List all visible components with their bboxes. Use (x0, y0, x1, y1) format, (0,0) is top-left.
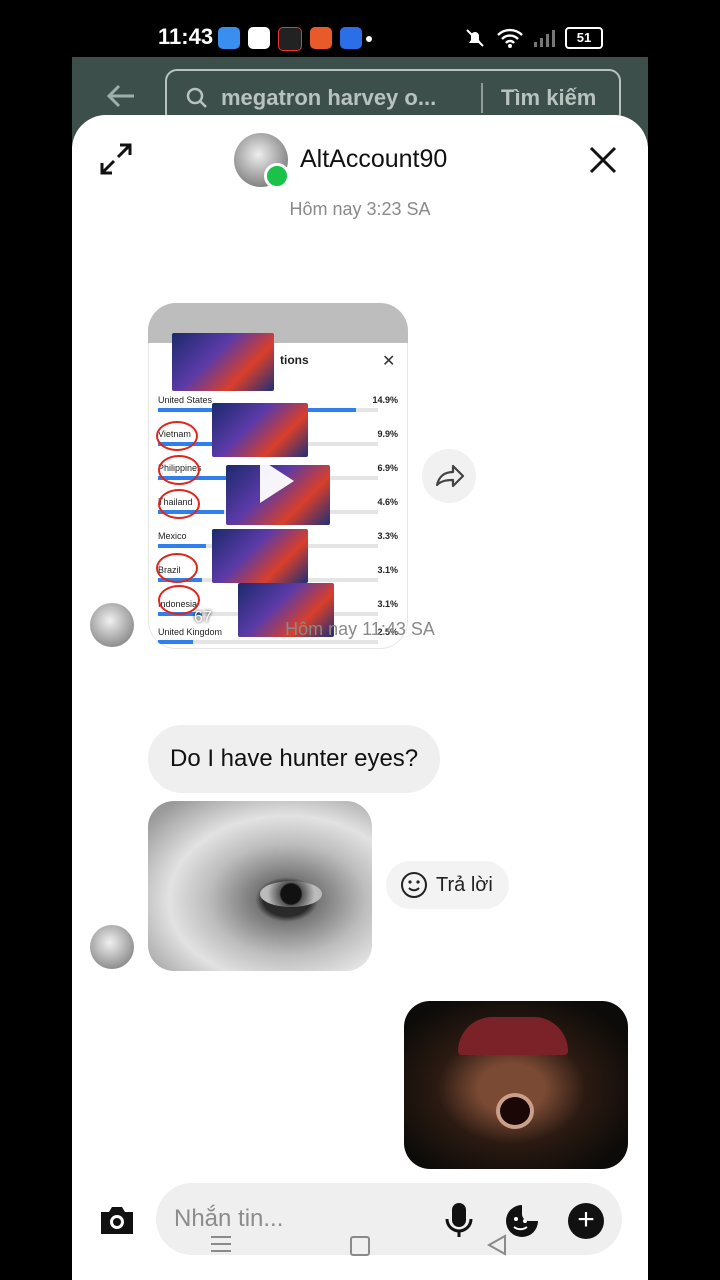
country-percent: 6.9% (377, 463, 398, 473)
chat-sheet: AltAccount90 Hôm nay 3:23 SA tions ✕ Uni… (72, 115, 648, 1280)
mouth (500, 1097, 530, 1125)
notification-app-icon (340, 27, 362, 49)
video-panel-close-icon: ✕ (382, 353, 396, 370)
country-percent: 3.3% (377, 531, 398, 541)
country-name: United States (158, 395, 213, 405)
online-status-dot (264, 163, 290, 189)
red-circle-annotation (158, 489, 200, 519)
share-icon[interactable] (422, 449, 476, 503)
red-circle-annotation (156, 553, 198, 583)
video-panel-title: tions (280, 353, 309, 367)
video-thumbnail (212, 403, 308, 457)
cap (458, 1017, 568, 1055)
wifi-icon (497, 28, 523, 48)
red-circle-annotation (158, 455, 200, 485)
reply-label: Trả lời (436, 873, 493, 896)
notification-app-icon (310, 27, 332, 49)
app-window: megatron harvey o... Tìm kiếm AltAccount… (72, 57, 648, 1280)
message-timestamp: Hôm nay 11:43 SA (285, 619, 435, 639)
red-circle-annotation (156, 421, 198, 451)
message-timestamp: Hôm nay 3:23 SA (289, 199, 431, 219)
search-query: megatron harvey o... (221, 85, 437, 110)
system-nav-bar (0, 1230, 720, 1280)
chat-username[interactable]: AltAccount90 (300, 145, 447, 174)
sender-avatar[interactable] (90, 925, 134, 969)
expand-icon[interactable] (98, 141, 134, 177)
video-thumbnail (212, 529, 308, 583)
home-icon[interactable] (350, 1236, 370, 1256)
country-bar (158, 640, 378, 644)
divider (481, 83, 483, 113)
notification-icons (218, 27, 362, 51)
search-button[interactable]: Tìm kiếm (501, 85, 596, 111)
message-photo[interactable] (148, 801, 372, 971)
country-bar-fill (158, 544, 207, 548)
back-arrow-icon[interactable] (104, 79, 138, 113)
notification-app-icon (218, 27, 240, 49)
smiley-icon (401, 872, 427, 898)
recent-apps-icon[interactable] (210, 1234, 232, 1254)
search-icon (186, 87, 207, 108)
eye-closeup (260, 881, 322, 907)
battery-indicator: 51 (565, 27, 603, 49)
notification-app-icon (248, 27, 270, 49)
message-input-placeholder: Nhắn tin... (174, 1205, 284, 1232)
more-notifications-dot (366, 36, 372, 42)
country-percent: 14.9% (372, 395, 398, 405)
shared-video[interactable]: tions ✕ United States 14.9% Vietnam 9.9% Phi… (148, 303, 408, 649)
tiktok-icon (278, 27, 302, 51)
signal-icon (534, 30, 555, 47)
mute-bell-icon (466, 29, 484, 47)
country-percent: 3.1% (377, 565, 398, 575)
reply-button[interactable]: Trả lời (386, 861, 509, 909)
status-time: 11:43 (158, 24, 214, 49)
status-right: 51 (463, 26, 603, 50)
message-bubble[interactable]: Do I have hunter eyes? (148, 725, 441, 793)
video-thumbnail (172, 333, 274, 391)
country-percent: 4.6% (377, 497, 398, 507)
sent-photo[interactable] (404, 1001, 628, 1169)
play-icon[interactable] (260, 459, 294, 503)
back-triangle-icon[interactable] (486, 1234, 508, 1256)
country-percent: 3.1% (377, 599, 398, 609)
country-percent: 9.9% (377, 429, 398, 439)
close-icon[interactable] (588, 145, 618, 175)
country-name: Mexico (158, 531, 187, 541)
country-bar-fill (158, 640, 194, 644)
